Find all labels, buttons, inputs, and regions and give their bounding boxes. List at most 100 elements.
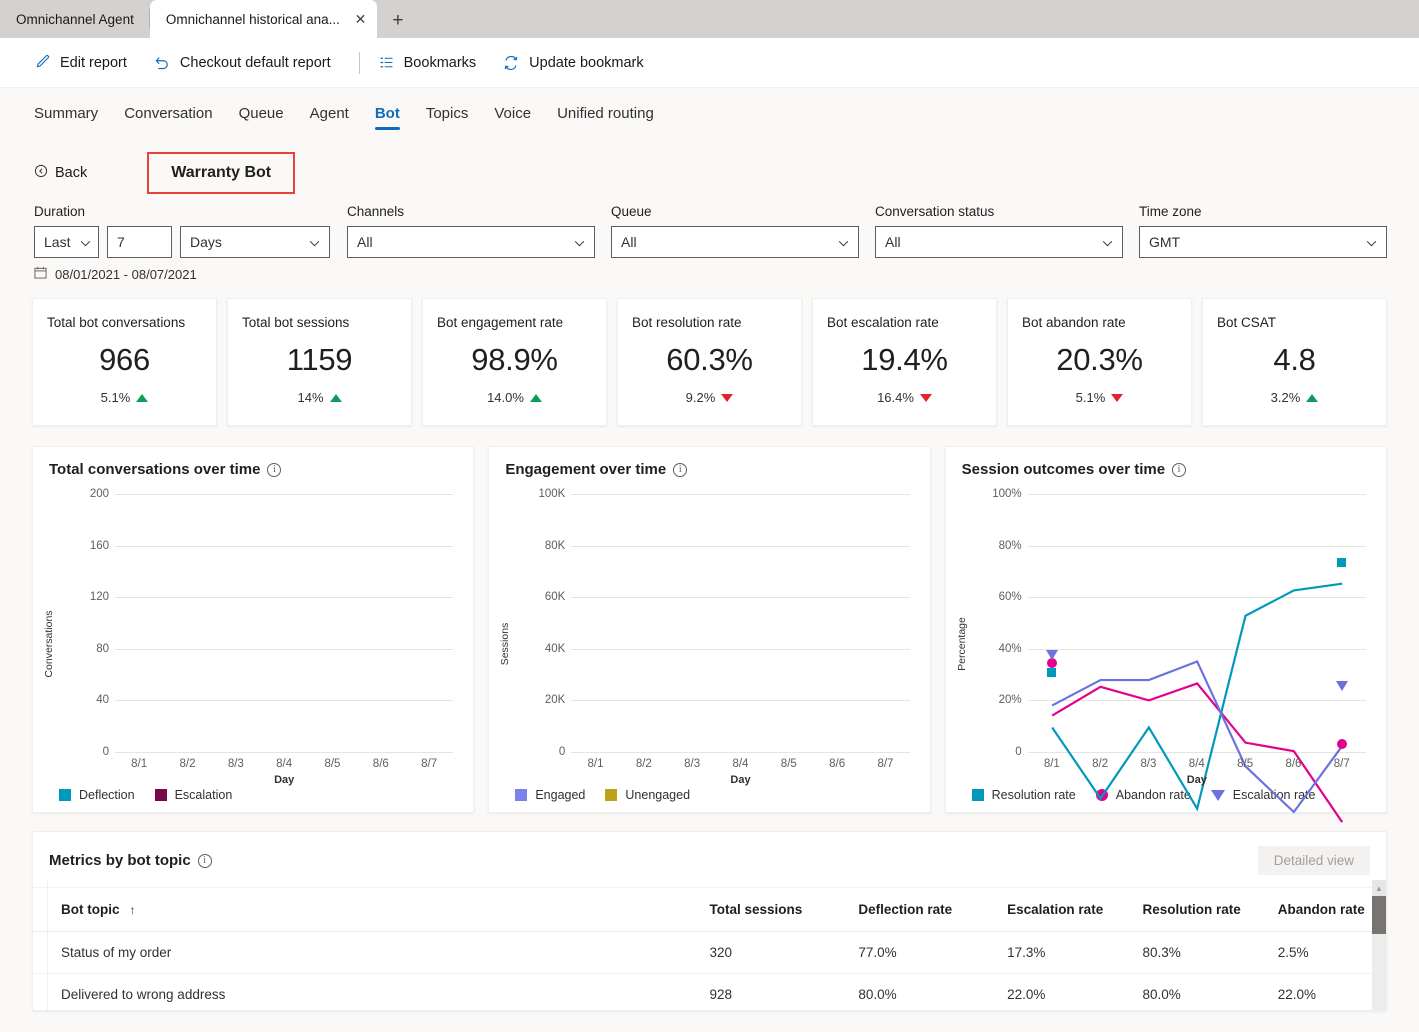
kpi-value: 966 (99, 342, 150, 377)
y-tick-label: 120 (89, 591, 109, 604)
metrics-table: Bot topic ↑ Total sessions Deflection rate E… (33, 888, 1386, 1010)
legend-item[interactable]: Escalation (154, 788, 232, 802)
browser-tab-2[interactable]: Omnichannel historical ana... ✕ (149, 0, 377, 38)
refresh-icon (502, 54, 520, 72)
table-column-header[interactable]: Bot topic ↑ (33, 888, 710, 932)
legend-item[interactable]: Deflection (59, 788, 135, 802)
bookmarks-button[interactable]: Bookmarks (378, 48, 489, 77)
line-abandon-rate (1052, 683, 1342, 822)
channels-select[interactable]: All (347, 226, 595, 258)
x-tick-label: 8/2 (179, 758, 196, 770)
tab-conversation[interactable]: Conversation (111, 89, 225, 137)
tab-voice[interactable]: Voice (481, 89, 544, 137)
kpi-delta: 16.4% (877, 390, 932, 405)
tab-queue[interactable]: Queue (226, 89, 297, 137)
back-button[interactable]: Back (34, 164, 87, 182)
chart-title-text: Total conversations over time (49, 461, 261, 478)
back-circle-icon (34, 164, 48, 182)
scroll-up-icon[interactable]: ▲ (1372, 880, 1386, 896)
table-column-header[interactable]: Total sessions (709, 888, 859, 932)
duration-amount-input[interactable]: 7 (107, 226, 172, 258)
list-icon (378, 54, 395, 71)
x-axis-title: Day (274, 774, 295, 786)
table-column-header[interactable]: Resolution rate (1142, 888, 1278, 932)
table-column-header[interactable]: Abandon rate (1277, 888, 1386, 932)
kpi-delta-text: 5.1% (1075, 390, 1106, 405)
kpi-label: Bot CSAT (1217, 315, 1277, 330)
tab-topics-label: Topics (425, 104, 469, 122)
y-tick-label: 20K (544, 694, 566, 707)
legend-square-icon (59, 789, 71, 801)
info-icon[interactable]: i (267, 462, 282, 477)
update-bookmark-button[interactable]: Update bookmark (502, 48, 655, 78)
tab-bot[interactable]: Bot (362, 89, 413, 137)
tab-summary[interactable]: Summary (34, 89, 111, 137)
x-tick-label: 8/5 (324, 758, 341, 770)
table-cell: 22.0% (1277, 973, 1386, 1010)
legend-item[interactable]: Unengaged (605, 788, 690, 802)
kpi-label: Bot engagement rate (437, 315, 564, 330)
info-icon[interactable]: i (1172, 462, 1187, 477)
y-tick-label: 160 (89, 539, 109, 552)
queue-select[interactable]: All (611, 226, 859, 258)
chevron-down-icon (70, 234, 91, 250)
time-zone-select[interactable]: GMT (1139, 226, 1387, 258)
date-range: 08/01/2021 - 08/07/2021 (34, 266, 347, 282)
bar-slot (765, 494, 813, 752)
table-cell: 77.0% (858, 931, 1008, 974)
y-tick-label: 100% (992, 488, 1022, 500)
kpi-card: Bot resolution rate 60.3% 9.2% (617, 298, 802, 426)
plus-icon[interactable]: + (383, 5, 413, 35)
detailed-view-button[interactable]: Detailed view (1257, 846, 1370, 875)
table-column-header[interactable]: Deflection rate (858, 888, 1008, 932)
kpi-delta-text: 16.4% (877, 390, 914, 405)
legend-item[interactable]: Engaged (515, 788, 585, 802)
duration-filter-group: Duration Last 7 Days 08/01/2021 - 08/07/… (34, 204, 347, 282)
table-row[interactable]: Status of my order 320 77.0% 17.3% 80.3% 2.5% (33, 931, 1386, 974)
x-tick-label: 8/5 (1237, 758, 1254, 770)
edit-report-button[interactable]: Edit report (34, 48, 139, 77)
conversation-status-select[interactable]: All (875, 226, 1123, 258)
table-cell: Status of my order (33, 931, 710, 974)
table-scrollbar[interactable]: ▲ (1372, 880, 1386, 1010)
table-row[interactable]: Delivered to wrong address 928 80.0% 22.0% 8… (33, 973, 1386, 1010)
x-tick-label: 8/6 (1285, 758, 1302, 770)
chart-title: Session outcomes over time i (962, 461, 1370, 478)
trend-up-icon (1306, 393, 1319, 402)
y-axis-label: Percentage (955, 617, 968, 671)
bar-series (115, 494, 453, 752)
chevron-down-icon (564, 234, 585, 250)
tab-agent[interactable]: Agent (297, 89, 362, 137)
tab-agent-label: Agent (309, 104, 349, 122)
table-title: Metrics by bot topic i (49, 852, 212, 869)
kpi-card: Bot escalation rate 19.4% 16.4% (812, 298, 997, 426)
kpi-delta: 14.0% (487, 390, 542, 405)
close-icon[interactable]: ✕ (352, 11, 369, 28)
table-column-header[interactable]: Escalation rate (1007, 888, 1143, 932)
checkout-default-report-button[interactable]: Checkout default report (153, 48, 343, 78)
info-icon[interactable]: i (197, 853, 212, 868)
scrollbar-thumb[interactable] (1372, 896, 1386, 934)
back-label: Back (55, 165, 88, 181)
conversation-status-filter-group: Conversation status All (875, 204, 1139, 282)
bar-series (571, 494, 909, 752)
tab-topics[interactable]: Topics (413, 89, 482, 137)
legend-square-icon (515, 789, 528, 801)
undo-icon (153, 54, 171, 72)
channels-label: Channels (347, 204, 405, 219)
drilldown-header: Back Warranty Bot (0, 138, 1419, 194)
date-range-text: 08/01/2021 - 08/07/2021 (55, 266, 197, 282)
browser-tab-1[interactable]: Omnichannel Agent (0, 0, 150, 38)
duration-relative-select[interactable]: Last (34, 226, 99, 258)
info-icon[interactable]: i (673, 462, 688, 477)
legend-label: Deflection (79, 788, 135, 802)
tab-unified-routing[interactable]: Unified routing (544, 89, 667, 137)
duration-unit-select[interactable]: Days (180, 226, 330, 258)
y-axis: 0 20K 40K 60K 80K 100K (525, 488, 571, 758)
x-axis: 8/1 8/2 8/3 8/4 8/5 8/6 8/7 (115, 758, 453, 770)
browser-tab-strip: Omnichannel Agent Omnichannel historical… (0, 0, 1419, 38)
x-tick-label: 8/7 (877, 758, 894, 770)
x-tick-label: 8/4 (732, 758, 749, 770)
legend-square-icon (605, 789, 618, 801)
duration-unit-value: Days (190, 234, 222, 250)
